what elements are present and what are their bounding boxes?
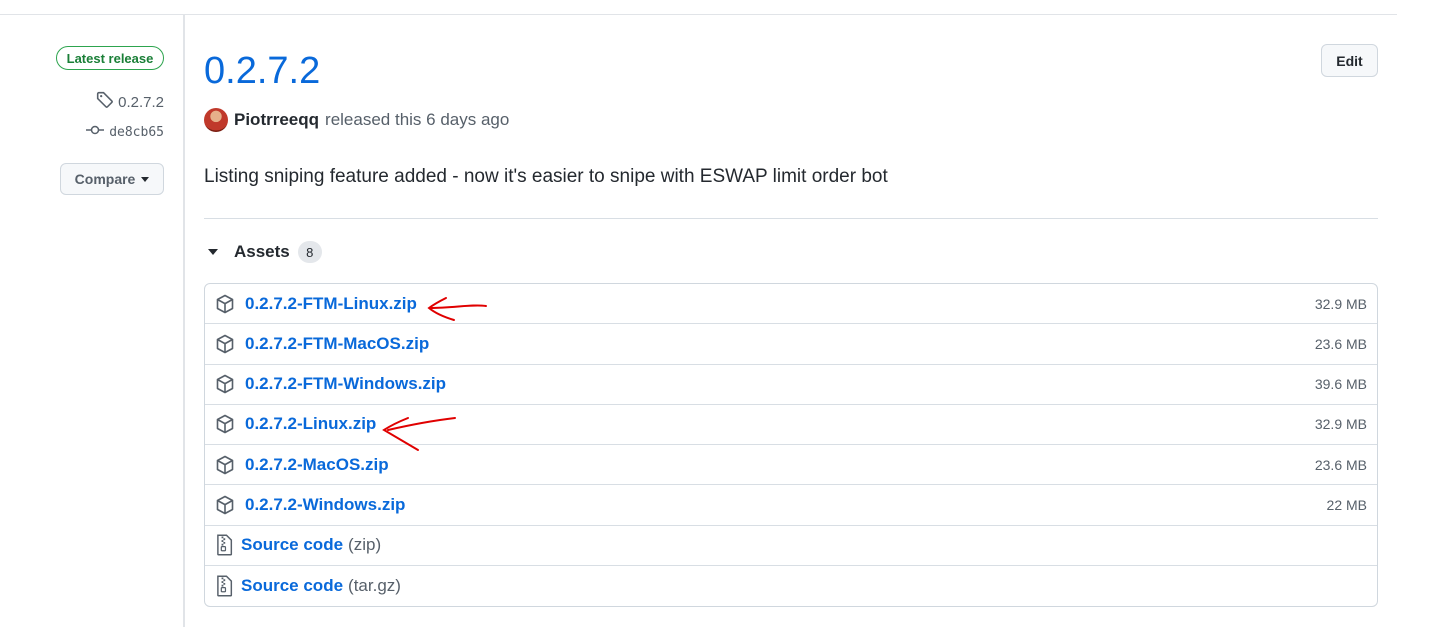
assets-count-badge: 8: [297, 241, 322, 263]
triangle-down-icon: [208, 249, 218, 255]
asset-size: 23.6 MB: [1314, 456, 1367, 473]
asset-size: 32.9 MB: [1314, 295, 1367, 312]
assets-toggle[interactable]: Assets 8: [204, 240, 322, 264]
asset-size: 22 MB: [1326, 496, 1367, 513]
assets-label: Assets: [234, 242, 290, 261]
compare-button[interactable]: Compare: [60, 163, 164, 195]
tag-icon: [96, 91, 114, 113]
timeline-line: [183, 15, 185, 627]
asset-link[interactable]: 0.2.7.2-FTM-MacOS.zip: [245, 334, 429, 354]
asset-link[interactable]: 0.2.7.2-FTM-Windows.zip: [245, 374, 446, 394]
release-meta: Piotrreeqq released this 6 days ago: [204, 108, 509, 132]
tag-label: 0.2.7.2: [118, 93, 164, 111]
compare-label: Compare: [74, 171, 136, 187]
commit-icon: [86, 124, 105, 140]
asset-row: 0.2.7.2-MacOS.zip 23.6 MB: [205, 445, 1377, 486]
asset-row: 0.2.7.2-FTM-Windows.zip 39.6 MB: [205, 365, 1377, 405]
commit-link[interactable]: de8cb65: [80, 122, 164, 142]
asset-link[interactable]: 0.2.7.2-FTM-Linux.zip: [245, 294, 417, 314]
author-name[interactable]: Piotrreeqq: [234, 110, 319, 130]
source-code-targz-link[interactable]: Source code: [241, 576, 343, 596]
release-notes: Listing sniping feature added - now it's…: [204, 166, 888, 187]
asset-link[interactable]: 0.2.7.2-Windows.zip: [245, 495, 405, 515]
asset-row: 0.2.7.2-FTM-MacOS.zip 23.6 MB: [205, 324, 1377, 365]
commit-sha: de8cb65: [109, 124, 164, 140]
asset-format: (tar.gz): [348, 575, 401, 595]
file-zip-icon: [215, 534, 233, 556]
asset-row: 0.2.7.2-Linux.zip 32.9 MB: [205, 405, 1377, 445]
package-icon: [215, 414, 235, 434]
asset-row: 0.2.7.2-FTM-Linux.zip 32.9 MB: [205, 284, 1377, 325]
avatar[interactable]: [204, 108, 228, 132]
asset-row: 0.2.7.2-Windows.zip 22 MB: [205, 485, 1377, 526]
edit-button[interactable]: Edit: [1321, 44, 1378, 77]
file-zip-icon: [215, 575, 233, 597]
divider: [204, 218, 1378, 219]
tag-link[interactable]: 0.2.7.2: [92, 91, 164, 113]
asset-size: 23.6 MB: [1314, 335, 1367, 352]
latest-release-badge: Latest release: [56, 46, 164, 70]
package-icon: [215, 334, 235, 354]
asset-row: Source code (zip): [205, 526, 1377, 566]
asset-format: (zip): [348, 535, 382, 555]
package-icon: [215, 374, 235, 394]
assets-list: 0.2.7.2-FTM-Linux.zip 32.9 MB 0.2.7.2-FT…: [204, 283, 1378, 607]
asset-link[interactable]: 0.2.7.2-MacOS.zip: [245, 455, 389, 475]
package-icon: [215, 294, 235, 314]
released-text: released this 6 days ago: [325, 110, 510, 129]
top-divider: [0, 14, 1397, 15]
release-title[interactable]: 0.2.7.2: [204, 50, 320, 93]
source-code-zip-link[interactable]: Source code: [241, 535, 343, 555]
package-icon: [215, 495, 235, 515]
package-icon: [215, 455, 235, 475]
asset-size: 32.9 MB: [1314, 416, 1367, 433]
asset-size: 39.6 MB: [1314, 376, 1367, 393]
asset-link[interactable]: 0.2.7.2-Linux.zip: [245, 414, 376, 434]
caret-down-icon: [141, 176, 150, 182]
asset-row: Source code (tar.gz): [205, 566, 1377, 606]
